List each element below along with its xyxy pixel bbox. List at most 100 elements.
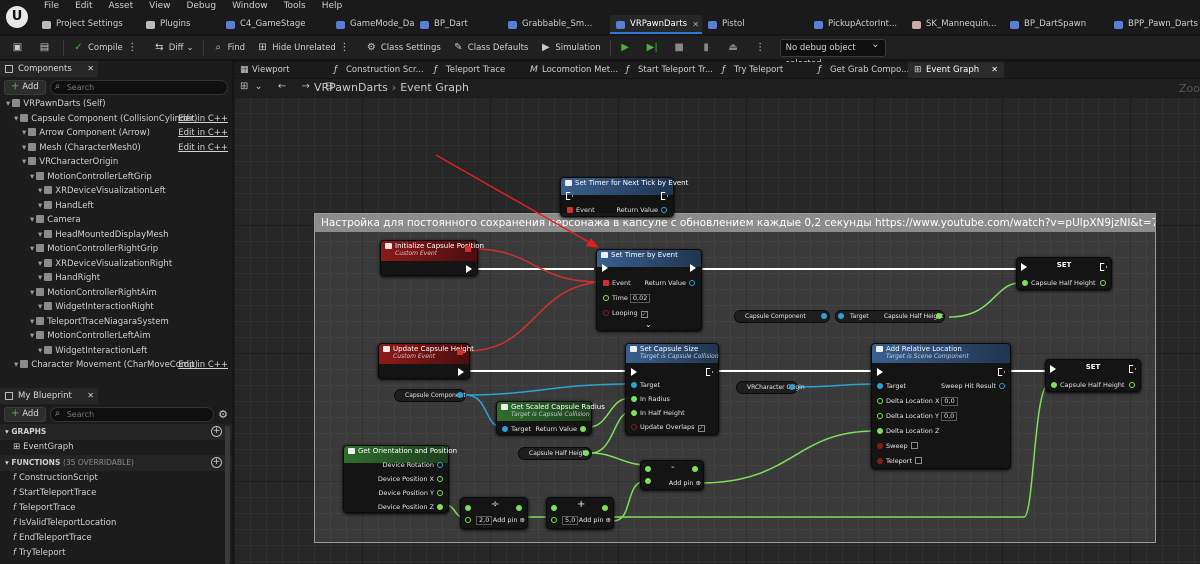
exec-out-pin[interactable] — [458, 368, 464, 377]
set-timer-next-tick-node[interactable]: Set Timer for Next Tick by Event Event R… — [560, 177, 688, 217]
expand-arrow-icon[interactable]: ▾ — [30, 317, 34, 327]
object-pin-icon[interactable] — [457, 392, 463, 398]
more-icon[interactable]: ⋮ — [339, 42, 350, 53]
event-pin[interactable]: Event — [564, 206, 595, 214]
expand-arrow-icon[interactable]: ▾ — [38, 346, 42, 356]
tab-pickup-actor[interactable]: PickupActorInt... — [808, 15, 906, 34]
tab-pistol[interactable]: Pistol — [702, 15, 808, 34]
subtract-node[interactable]: - Add pin ⊕ — [640, 460, 704, 490]
result-pin[interactable] — [689, 465, 701, 473]
component-row[interactable]: ▾ Camera — [0, 213, 232, 228]
device-rotation-pin[interactable]: Device Rotation — [383, 461, 446, 469]
update-overlaps-pin[interactable]: Update Overlaps ✓ — [628, 423, 705, 432]
edit-in-cpp-link[interactable]: Edit in C++ — [178, 358, 228, 373]
get-scaled-radius-node[interactable]: Get Scaled Capsule Radius Target is Capsu… — [496, 401, 605, 435]
component-row[interactable]: ▾ WidgetInteractionLeft — [0, 344, 232, 359]
teleport-checkbox[interactable] — [915, 457, 922, 464]
half-height-out-pin[interactable] — [1097, 279, 1109, 287]
exec-out-pin[interactable] — [1129, 365, 1136, 374]
play-button[interactable]: ▶ — [614, 38, 641, 58]
return-value-pin[interactable]: Return Value — [536, 425, 590, 433]
scrollbar[interactable] — [225, 426, 230, 564]
a-pin[interactable] — [462, 504, 474, 512]
breadcrumb-blueprint[interactable]: VRPawnDarts — [314, 81, 388, 94]
menu-view[interactable]: View — [141, 0, 178, 14]
sweep-checkbox[interactable] — [910, 442, 918, 449]
object-pin-icon[interactable] — [838, 313, 844, 319]
graph-item-eventgraph[interactable]: ⊞ EventGraph — [0, 440, 232, 455]
exec-out-pin[interactable] — [998, 368, 1005, 377]
initialize-capsule-event-node[interactable]: Initialize Capsule Position Custom Event — [380, 240, 484, 276]
target-pin[interactable]: Target — [499, 425, 531, 433]
component-row[interactable]: ▾ HeadMountedDisplayMesh — [0, 228, 232, 243]
component-row[interactable]: ▾ TeleportTraceNiagaraSystem — [0, 315, 232, 330]
position-x-pin[interactable]: Device Position X — [378, 475, 446, 483]
more-icon[interactable]: ⋮ — [127, 42, 138, 53]
function-item[interactable]: f IsValidTeleportLocation — [0, 516, 232, 531]
play-options-button[interactable]: ⋮ — [749, 38, 776, 58]
tab-gamemode[interactable]: GameMode_Da... — [330, 15, 414, 34]
exec-out-pin[interactable] — [661, 192, 668, 201]
graph-tab[interactable]: ▦ Viewport — [234, 62, 328, 78]
expand-arrow-icon[interactable]: ▾ — [6, 99, 10, 109]
graph-tab[interactable]: ƒ Construction Scr... — [328, 62, 428, 78]
graph-tab[interactable]: ⊞ Event Graph ✕ — [908, 62, 1004, 78]
object-pin-icon[interactable] — [789, 384, 795, 390]
menu-file[interactable]: File — [36, 0, 67, 14]
expand-arrow-icon[interactable]: ▾ — [38, 302, 42, 312]
divisor-input[interactable]: 2,0 — [476, 516, 493, 525]
set-half-height-node[interactable]: SET Capsule Half Height — [1016, 257, 1112, 290]
expand-arrow-icon[interactable]: ▾ — [30, 172, 34, 182]
eject-button[interactable]: ⏏ — [722, 38, 749, 58]
delta-y-input[interactable]: 0,0 — [940, 412, 958, 421]
add-graph-icon[interactable]: + — [211, 426, 222, 437]
exec-in-pin[interactable] — [1050, 365, 1056, 374]
class-defaults-button[interactable]: ✎ Class Defaults — [447, 38, 535, 58]
expand-arrow-icon[interactable]: ▾ — [22, 128, 26, 138]
target-pin[interactable]: Target — [628, 381, 660, 389]
radius-pin[interactable]: In Radius — [628, 395, 670, 403]
b-pin[interactable] — [642, 477, 654, 485]
component-row[interactable]: ▾ Character Movement (CharMoveComp) Edit i… — [0, 358, 232, 373]
tab-vrpawndarts[interactable]: VRPawnDarts ✕ — [610, 15, 702, 34]
exec-out-pin[interactable] — [690, 264, 696, 273]
update-overlaps-checkbox[interactable]: ✓ — [697, 425, 705, 432]
looping-checkbox[interactable]: ✓ — [640, 311, 648, 318]
component-row[interactable]: ▾ XRDeviceVisualizationRight — [0, 257, 232, 272]
return-value-pin[interactable]: Return Value — [617, 206, 671, 214]
edit-in-cpp-link[interactable]: Edit in C++ — [178, 141, 228, 156]
hide-unrelated-button[interactable]: ⊞ Hide Unrelated ⋮ — [251, 38, 360, 58]
exec-in-pin[interactable] — [566, 192, 573, 201]
set-capsule-size-node[interactable]: Set Capsule Size Target is Capsule Collis… — [625, 343, 719, 435]
function-item[interactable]: f TryTeleport — [0, 546, 232, 561]
exec-in-pin[interactable] — [1021, 263, 1027, 272]
expand-arrow-icon[interactable]: ▾ — [14, 360, 18, 370]
functions-category[interactable]: ▾ FUNCTIONS (35 OVERRIDABLE) + — [0, 455, 232, 471]
time-pin[interactable]: Time 0,02 — [600, 294, 651, 303]
add-blueprint-item-button[interactable]: ＋ Add — [4, 406, 46, 422]
delta-x-input[interactable]: 0,0 — [941, 397, 958, 406]
capsule-component-variable[interactable]: Capsule Component — [734, 310, 830, 323]
add-pin-button[interactable]: Add pin ⊕ — [579, 516, 611, 524]
component-row[interactable]: ▾ HandLeft — [0, 199, 232, 214]
exec-out-pin[interactable] — [1100, 263, 1107, 272]
add-component-button[interactable]: ＋ Add — [4, 79, 46, 95]
menu-help[interactable]: Help — [314, 0, 351, 14]
expand-arrow-icon[interactable]: ▾ — [30, 331, 34, 341]
half-height-pin[interactable]: In Half Height — [628, 409, 685, 417]
get-half-height-node[interactable]: Target Capsule Half Height — [835, 310, 945, 323]
expand-arrow-icon[interactable]: ▾ — [38, 230, 42, 240]
graph-tab[interactable]: M Locomotion Met... — [524, 62, 620, 78]
tab-sk-mannequin[interactable]: SK_Mannequin... — [906, 15, 1004, 34]
add-relative-location-node[interactable]: Add Relative Location Target is Scene Com… — [871, 343, 1011, 469]
result-pin[interactable] — [513, 504, 525, 512]
function-item[interactable]: f ConstructionScript — [0, 471, 232, 486]
menu-tools[interactable]: Tools — [276, 0, 314, 14]
tab-c4-gamestage[interactable]: C4_GameStage — [220, 15, 330, 34]
close-icon[interactable]: ✕ — [87, 61, 94, 77]
expand-arrow-icon[interactable]: ▾ — [38, 186, 42, 196]
time-value-input[interactable]: 0,02 — [629, 294, 651, 303]
component-row[interactable]: ▾ Mesh (CharacterMesh0) Edit in C++ — [0, 141, 232, 156]
simulation-button[interactable]: ▶ Simulation — [534, 38, 606, 58]
component-row[interactable]: ▾ VRPawnDarts (Self) — [0, 97, 232, 112]
